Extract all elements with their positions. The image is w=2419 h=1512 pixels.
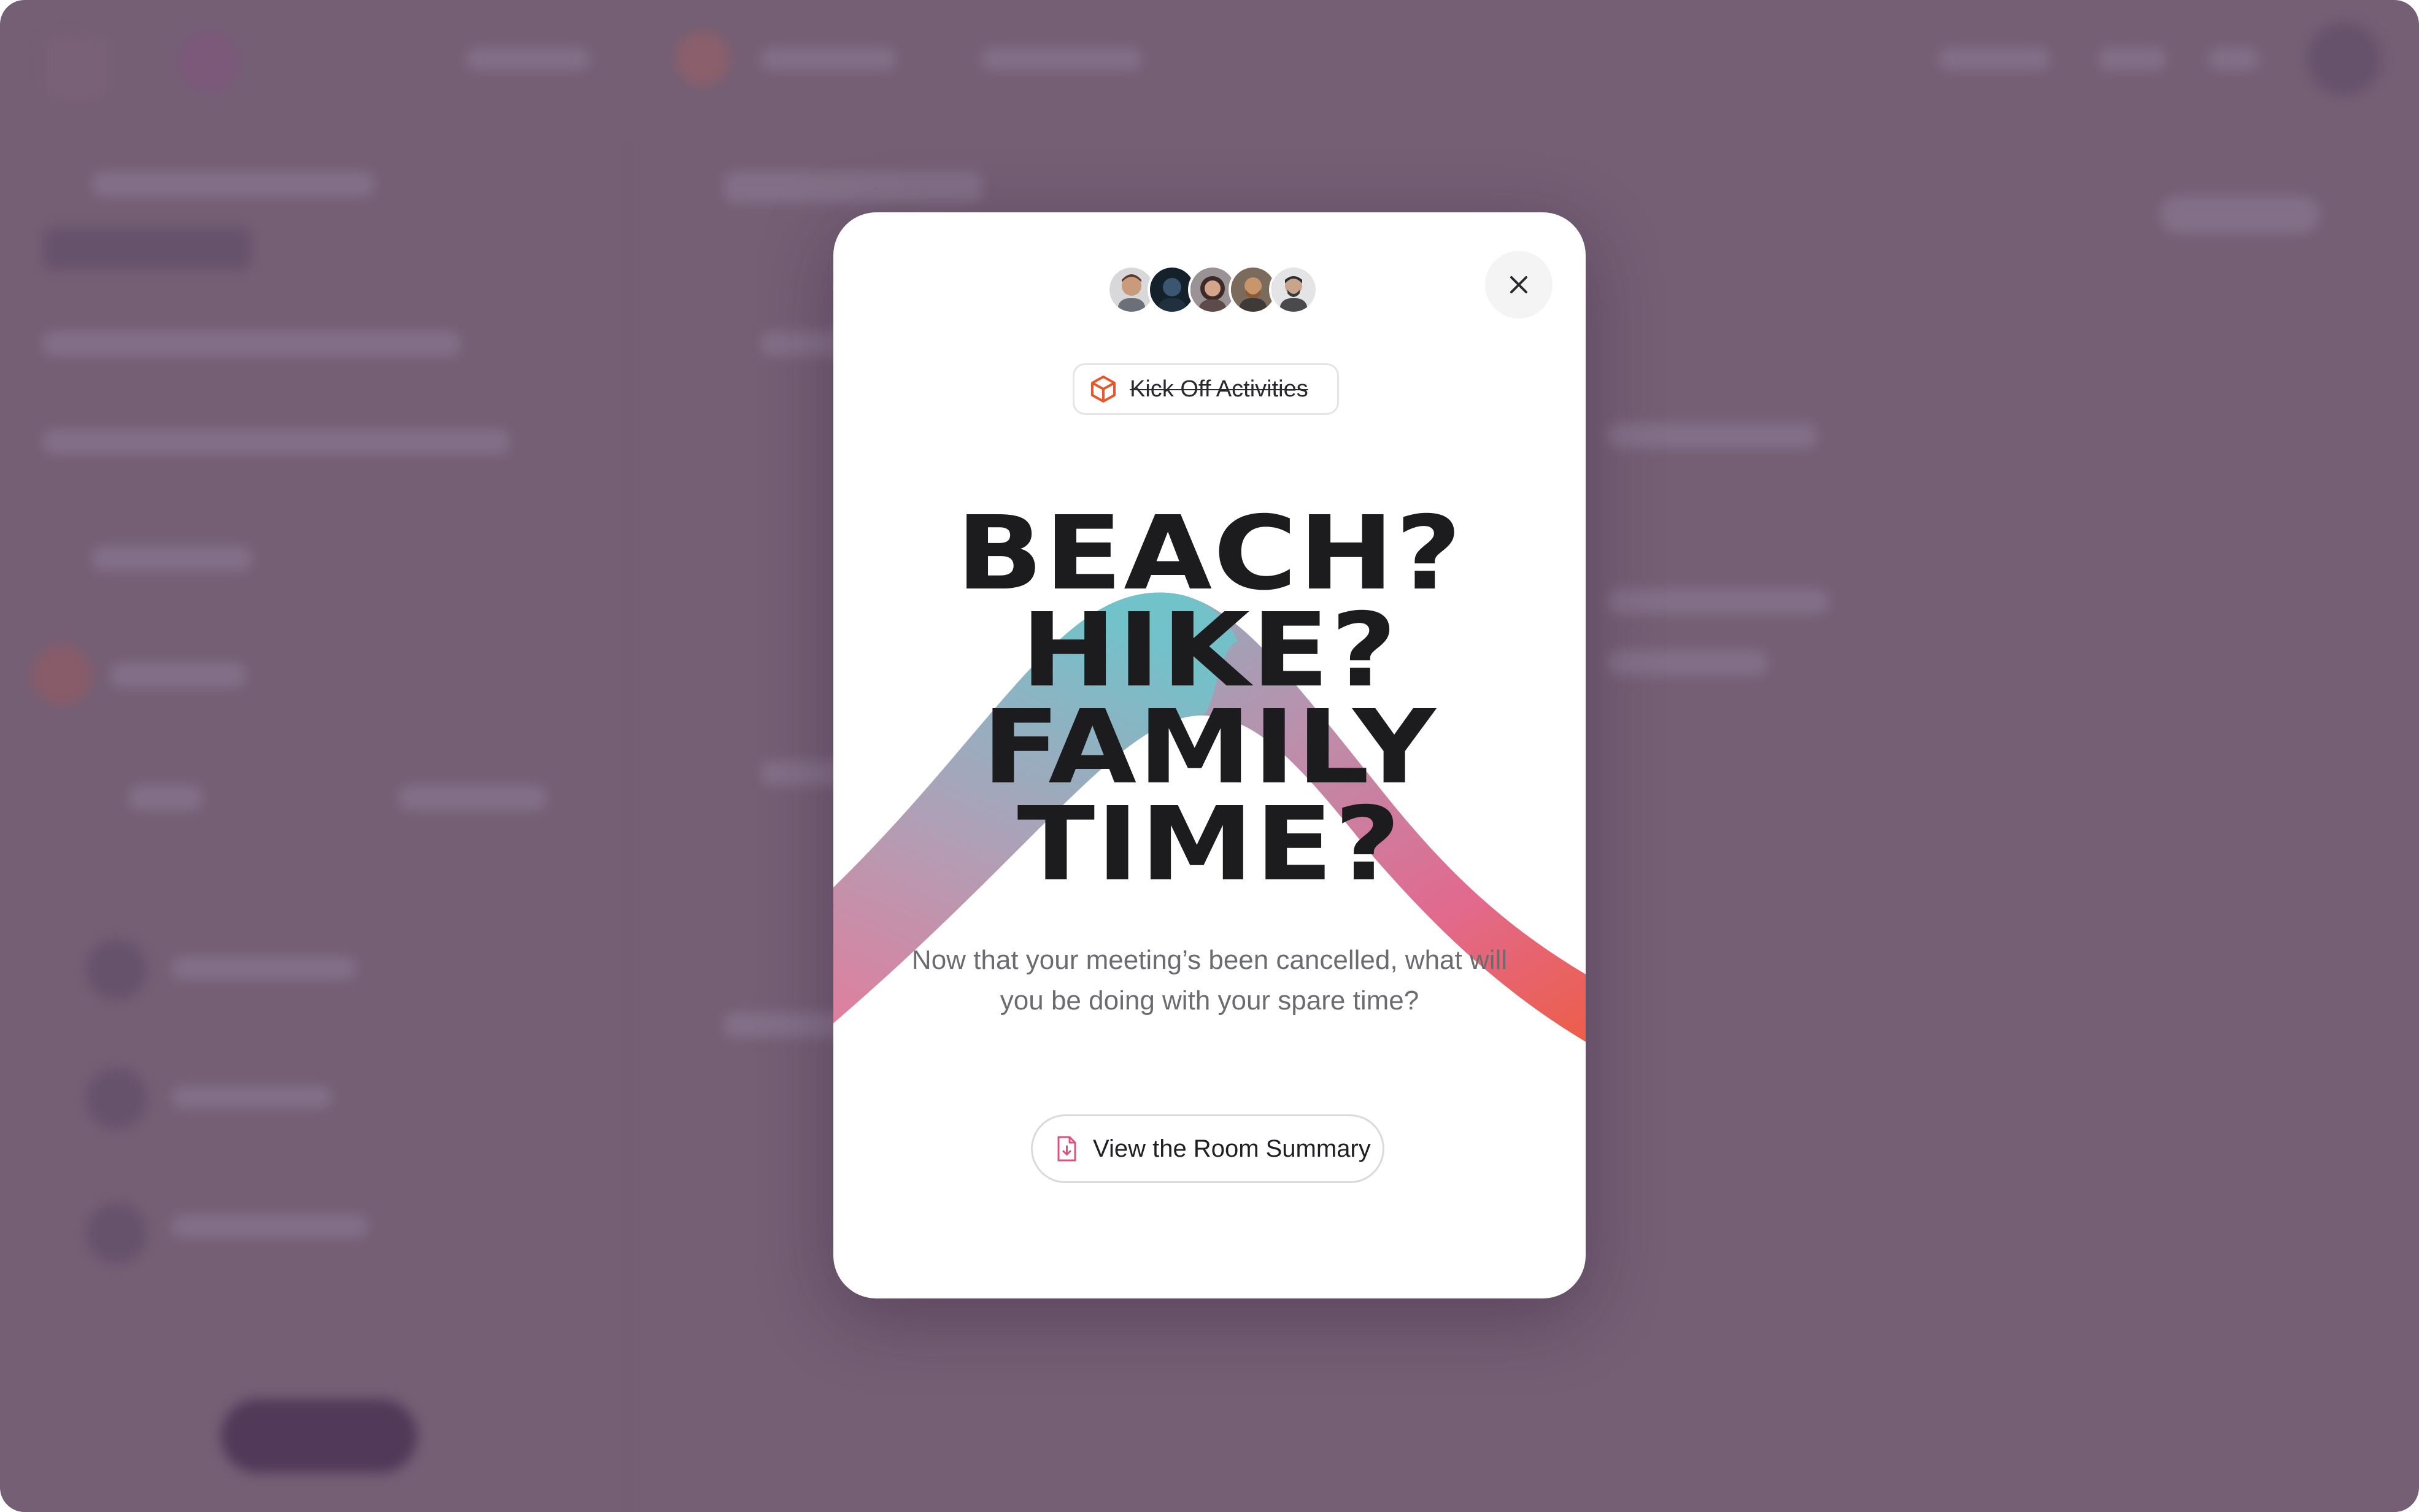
screen: Kick Off Activities BEACH? HIKE? FAMILY …	[0, 0, 2419, 1512]
headline-line: FAMILY	[982, 688, 1437, 807]
headline-line: TIME?	[1017, 785, 1402, 904]
close-button[interactable]	[1485, 251, 1553, 318]
headline: BEACH? HIKE? FAMILY TIME?	[833, 495, 1586, 904]
close-icon	[1510, 276, 1527, 293]
document-download-icon	[1057, 1136, 1076, 1162]
view-room-summary-button[interactable]: View the Room Summary	[1031, 1114, 1384, 1183]
agenda-item-label: Kick Off Activities	[1130, 376, 1308, 402]
headline-line: HIKE?	[1020, 592, 1399, 710]
participant-avatar	[1269, 265, 1318, 314]
package-icon	[1091, 376, 1116, 403]
cancelled-meeting-modal: Kick Off Activities BEACH? HIKE? FAMILY …	[833, 212, 1586, 1298]
view-room-summary-label: View the Room Summary	[1093, 1135, 1371, 1162]
headline-line: BEACH?	[956, 495, 1463, 613]
agenda-item-tag: Kick Off Activities	[1073, 363, 1339, 415]
participant-avatars	[1107, 265, 1318, 314]
modal-description: Now that your meeting’s been cancelled, …	[911, 945, 1508, 1016]
